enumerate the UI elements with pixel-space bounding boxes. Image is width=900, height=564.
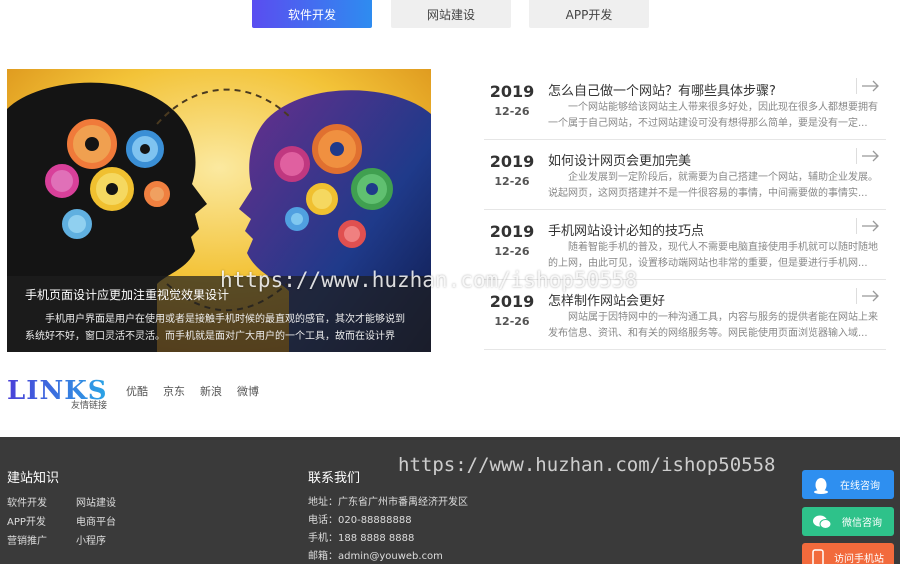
- featured-article[interactable]: 手机页面设计应更加注重视觉效果设计 手机用户界面是用户在使用或者是接触手机时候的…: [7, 69, 431, 352]
- footer-watermark-text: https://www.huzhan.com/ishop50558: [398, 454, 776, 476]
- online-consult-label: 在线咨询: [840, 481, 880, 492]
- news-year: 2019: [489, 82, 535, 101]
- tab-software-dev[interactable]: 软件开发: [252, 0, 372, 28]
- news-month-day: 12-26: [494, 315, 530, 328]
- news-month-day: 12-26: [494, 175, 530, 188]
- news-date: 2019 12-26: [484, 222, 540, 258]
- footer-link[interactable]: 网站建设: [76, 494, 145, 509]
- link-youku[interactable]: 优酷: [126, 383, 148, 399]
- arrow-right-icon[interactable]: [856, 288, 880, 304]
- wechat-consult-label: 微信咨询: [842, 518, 882, 529]
- news-year: 2019: [489, 152, 535, 171]
- tab-web-build[interactable]: 网站建设: [391, 0, 511, 28]
- links-items: 优酷 京东 新浪 微博: [126, 383, 259, 399]
- arrow-right-icon[interactable]: [856, 218, 880, 234]
- footer-link[interactable]: 电商平台: [76, 513, 145, 528]
- mobile-site-label: 访问手机站: [834, 554, 884, 564]
- news-date: 2019 12-26: [484, 82, 540, 118]
- arrow-right-icon[interactable]: [856, 148, 880, 164]
- contact-phone: 电话：020-88888888: [308, 515, 412, 526]
- link-jd[interactable]: 京东: [163, 383, 185, 399]
- news-list: 2019 12-26 怎么自己做一个网站？有哪些具体步骤? 一个网站能够给该网站…: [484, 70, 886, 350]
- footer-knowledge-links: 软件开发 网站建设 APP开发 电商平台 营销推广 小程序: [7, 494, 147, 547]
- footer-link[interactable]: 小程序: [76, 532, 145, 547]
- links-logo: LINKS 友情链接: [7, 376, 117, 411]
- news-year: 2019: [489, 292, 535, 311]
- featured-description: 手机用户界面是用户在使用或者是接触手机时候的最直观的感官，其次才能够说到系统好不…: [25, 314, 405, 342]
- mobile-site-button[interactable]: 访问手机站: [802, 543, 894, 564]
- news-title[interactable]: 怎么自己做一个网站？有哪些具体步骤?: [548, 80, 776, 99]
- arrow-right-icon[interactable]: [856, 78, 880, 94]
- category-tabs: 软件开发 网站建设 APP开发: [0, 0, 900, 28]
- tab-app-dev[interactable]: APP开发: [529, 0, 649, 28]
- footer-link[interactable]: 软件开发: [7, 494, 76, 509]
- wechat-icon: [813, 515, 832, 529]
- news-title[interactable]: 如何设计网页会更加完美: [548, 150, 691, 169]
- links-logo-subtitle: 友情链接: [71, 401, 108, 411]
- link-sina[interactable]: 新浪: [200, 383, 222, 399]
- footer-contact-info: 地址：广东省广州市番禺经济开发区 电话：020-88888888 手机：188 …: [308, 494, 468, 564]
- footer-knowledge-title: 建站知识: [7, 471, 60, 486]
- news-excerpt: 企业发展到一定阶段后，就需要为自己搭建一个网站，辅助企业发展。说起网页，这网页搭…: [548, 172, 878, 199]
- news-date: 2019 12-26: [484, 292, 540, 328]
- news-excerpt: 一个网站能够给该网站主人带来很多好处，因此现在很多人都想要拥有一个属于自己网站，…: [548, 102, 878, 129]
- news-item[interactable]: 2019 12-26 如何设计网页会更加完美 企业发展到一定阶段后，就需要为自己…: [484, 140, 886, 210]
- contact-address: 地址：广东省广州市番禺经济开发区: [308, 497, 468, 508]
- news-title[interactable]: 怎样制作网站会更好: [548, 290, 665, 309]
- online-consult-button[interactable]: 在线咨询: [802, 470, 894, 499]
- wechat-consult-button[interactable]: 微信咨询: [802, 507, 894, 536]
- footer-link[interactable]: 营销推广: [7, 532, 76, 547]
- news-title[interactable]: 手机网站设计必知的技巧点: [548, 220, 704, 239]
- link-weibo[interactable]: 微博: [237, 383, 259, 399]
- contact-mobile: 手机：188 8888 8888: [308, 533, 415, 544]
- mobile-phone-icon: [812, 548, 824, 564]
- news-excerpt: 网站属于因特网中的一种沟通工具，内容与服务的提供者能在网站上来发布信息、资讯、和…: [548, 312, 878, 339]
- footer-contact-title: 联系我们: [308, 471, 361, 486]
- news-year: 2019: [489, 222, 535, 241]
- news-date: 2019 12-26: [484, 152, 540, 188]
- friend-links: LINKS 友情链接 优酷 京东 新浪 微博: [7, 376, 607, 411]
- contact-email: 邮箱：admin@youweb.com: [308, 551, 443, 562]
- footer-link[interactable]: APP开发: [7, 513, 76, 528]
- news-month-day: 12-26: [494, 105, 530, 118]
- qq-penguin-icon: [814, 477, 828, 494]
- news-item[interactable]: 2019 12-26 怎么自己做一个网站？有哪些具体步骤? 一个网站能够给该网站…: [484, 70, 886, 140]
- news-month-day: 12-26: [494, 245, 530, 258]
- watermark-text: https://www.huzhan.com/ishop50558: [220, 268, 638, 292]
